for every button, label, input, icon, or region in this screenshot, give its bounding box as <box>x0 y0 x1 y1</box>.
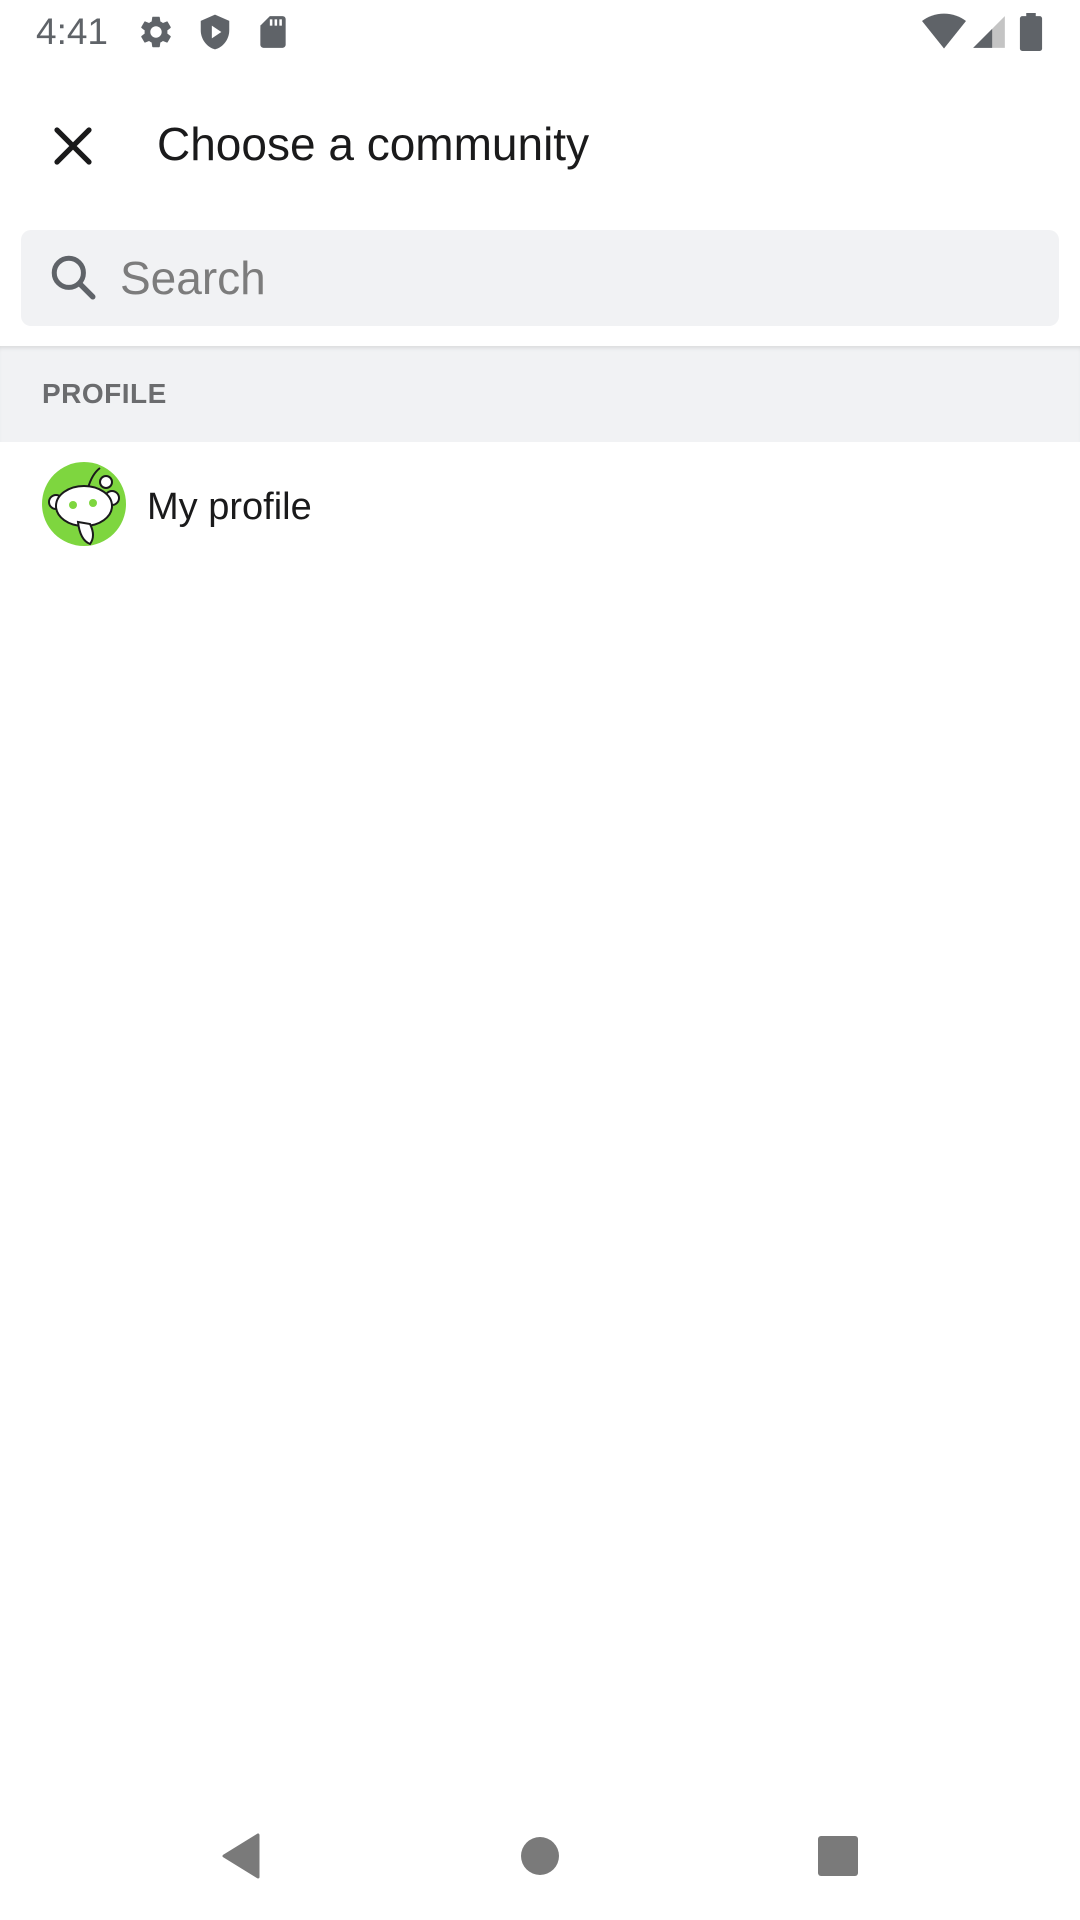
recents-square-icon <box>818 1836 858 1876</box>
page-title: Choose a community <box>157 118 590 170</box>
search-input[interactable] <box>120 230 1020 326</box>
close-button[interactable] <box>29 102 117 190</box>
app-bar: Choose a community <box>0 63 1080 213</box>
status-time: 4:41 <box>36 11 109 52</box>
status-bar: 4:41 <box>0 0 1080 63</box>
recents-button[interactable] <box>798 1816 878 1896</box>
close-icon <box>54 127 92 165</box>
navigation-bar <box>0 1792 1080 1920</box>
home-circle-icon <box>521 1837 559 1875</box>
back-triangle-icon <box>222 1833 260 1879</box>
list-item-my-profile[interactable]: My profile <box>0 442 1080 570</box>
search-icon <box>48 252 98 302</box>
section-label: PROFILE <box>42 378 167 409</box>
list-item-label: My profile <box>147 486 312 528</box>
cell-signal-icon <box>970 13 1008 51</box>
gear-icon <box>137 13 175 51</box>
search-bar[interactable] <box>21 230 1059 326</box>
section-header-profile: PROFILE <box>0 346 1080 442</box>
home-button[interactable] <box>500 1816 580 1896</box>
battery-icon <box>1016 13 1046 52</box>
back-button[interactable] <box>200 1816 280 1896</box>
snoo-avatar <box>42 462 126 546</box>
shield-play-icon <box>196 13 234 51</box>
sd-card-icon <box>254 13 292 51</box>
screen: 4:41 Choose a community Search PROFILE M… <box>0 0 1080 1920</box>
wifi-icon <box>922 13 966 51</box>
